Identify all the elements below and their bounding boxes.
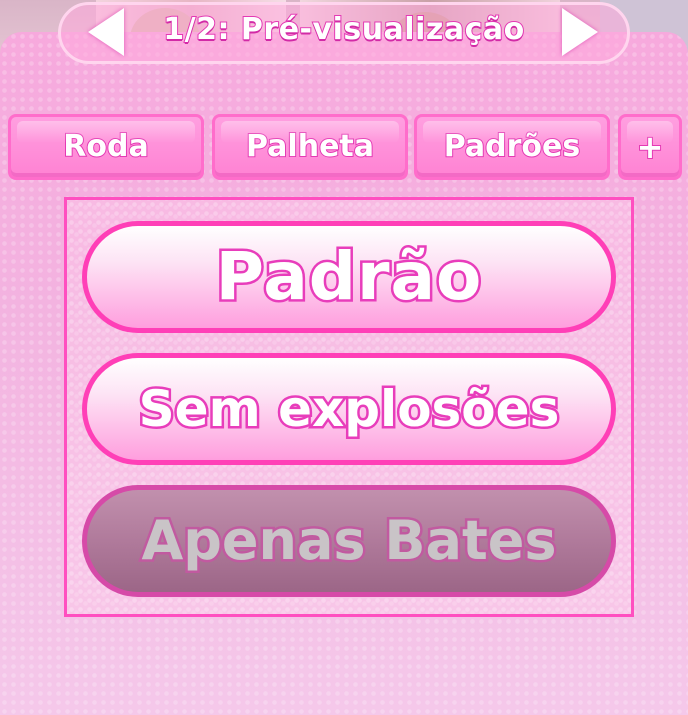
- add-tab-button[interactable]: +: [618, 114, 682, 180]
- plus-icon: +: [636, 127, 665, 167]
- tab-label: Padrões: [443, 128, 582, 165]
- arrow-left-icon[interactable]: [88, 8, 124, 56]
- tab-padroes[interactable]: Padrões: [414, 114, 610, 180]
- tab-roda[interactable]: Roda: [8, 114, 204, 180]
- option-sem-explosoes-button[interactable]: Sem explosões: [82, 353, 616, 465]
- option-padrao-button[interactable]: Padrão: [82, 221, 616, 333]
- tab-palheta[interactable]: Palheta: [212, 114, 408, 180]
- tab-label: Roda: [62, 128, 149, 165]
- option-apenas-bates-button[interactable]: Apenas Bates: [82, 485, 616, 597]
- tab-label: Palheta: [245, 128, 375, 165]
- preview-title: 1/2: Pré-visualização: [162, 11, 525, 48]
- arrow-right-icon[interactable]: [562, 8, 598, 56]
